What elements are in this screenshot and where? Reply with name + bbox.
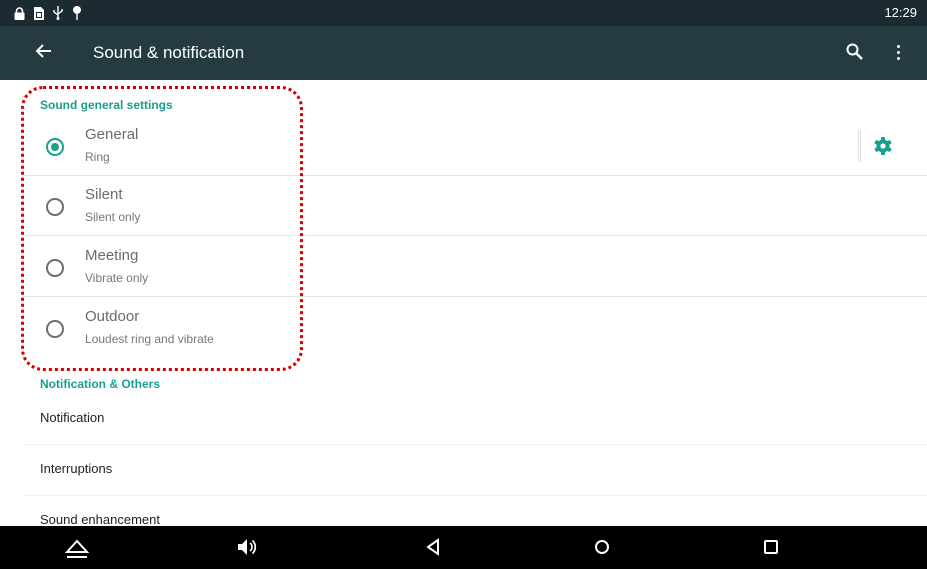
- usb-icon: [53, 6, 63, 20]
- search-button[interactable]: [846, 43, 863, 65]
- location-pin-icon: [72, 6, 82, 20]
- interruptions-item[interactable]: Interruptions: [24, 445, 927, 496]
- notification-item[interactable]: Notification: [24, 394, 927, 445]
- back-triangle-icon[interactable]: [424, 536, 442, 563]
- clock: 12:29: [884, 5, 917, 20]
- app-toolbar: Sound & notification: [0, 26, 927, 80]
- annotation-highlight: [21, 86, 303, 371]
- status-bar: 12:29: [0, 0, 927, 26]
- item-label: Notification: [40, 410, 105, 425]
- vertical-divider: [858, 130, 861, 162]
- section-header-notification: Notification & Others: [40, 377, 161, 391]
- item-label: Interruptions: [40, 461, 113, 476]
- arrow-left-icon: [35, 44, 51, 58]
- eject-icon[interactable]: [64, 536, 90, 565]
- item-label: Sound enhancement: [40, 512, 160, 527]
- home-circle-icon[interactable]: [592, 536, 612, 563]
- lock-icon: [14, 6, 25, 20]
- search-icon: [846, 43, 863, 60]
- recents-square-icon[interactable]: [761, 536, 781, 563]
- more-vertical-icon: [892, 45, 904, 60]
- gear-icon[interactable]: [873, 136, 893, 161]
- navigation-bar: [0, 526, 927, 569]
- page-title: Sound & notification: [93, 43, 245, 62]
- back-button[interactable]: [34, 41, 60, 65]
- more-options-button[interactable]: [892, 42, 904, 64]
- sim-card-icon: [34, 6, 44, 20]
- volume-icon[interactable]: [236, 536, 258, 563]
